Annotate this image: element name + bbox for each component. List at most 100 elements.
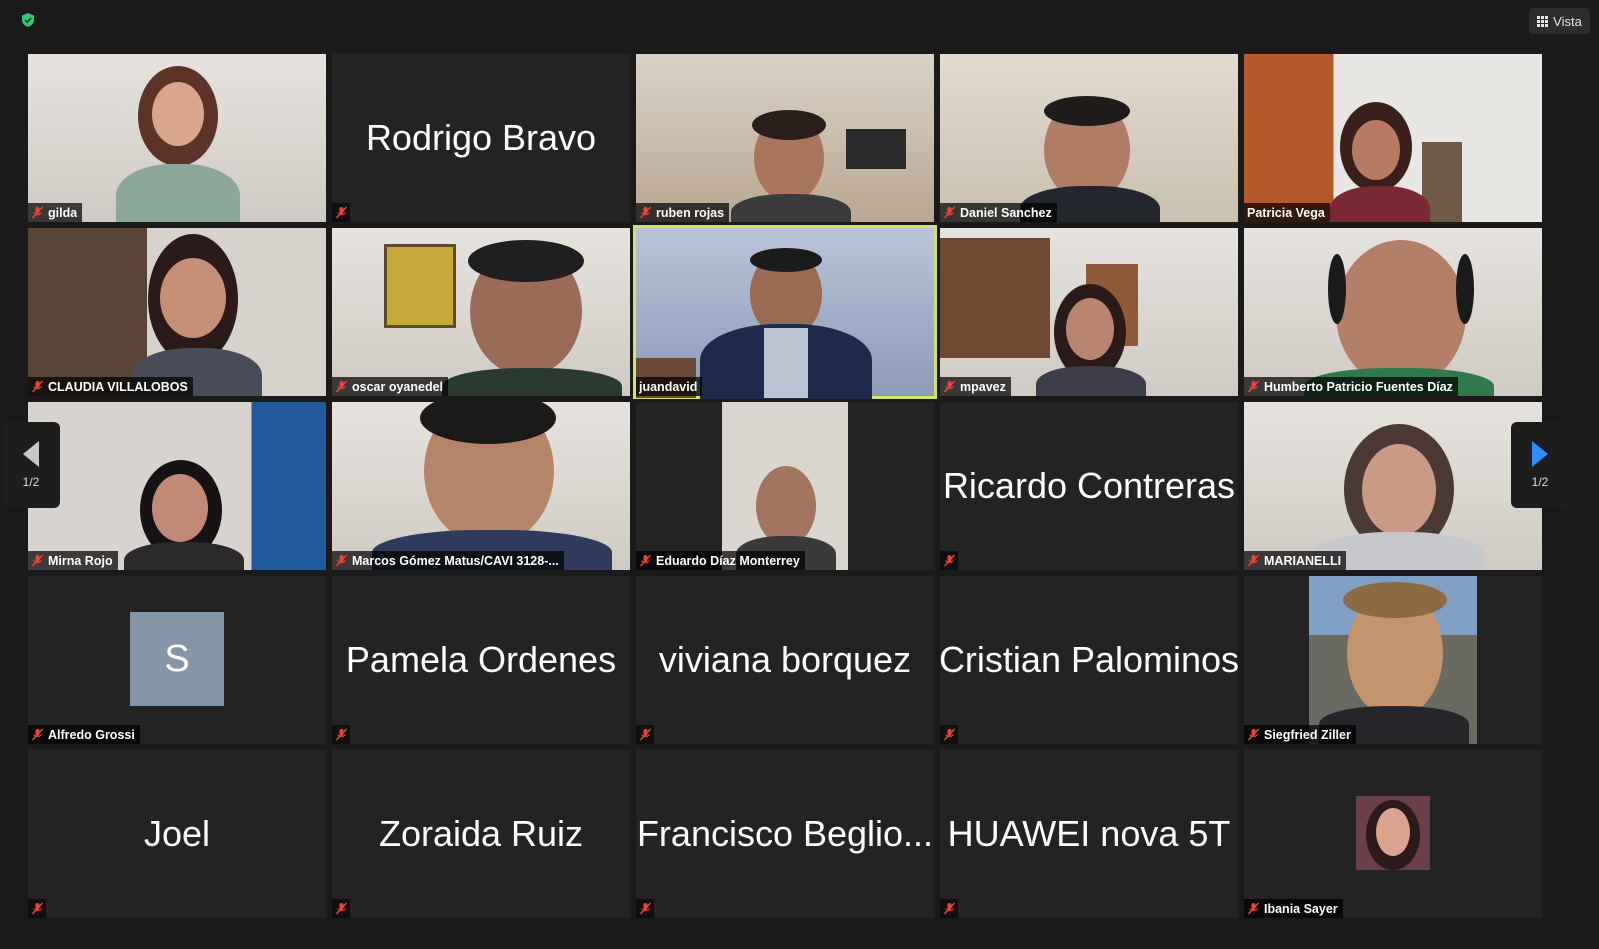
- mic-muted-icon: [943, 728, 956, 741]
- mic-muted-icon: [943, 902, 956, 915]
- participant-label: gilda: [28, 203, 83, 222]
- view-button-label: Vista: [1553, 13, 1582, 29]
- participant-label: Marcos Gómez Matus/CAVI 3128-...: [332, 551, 564, 570]
- participant-label: Siegfried Ziller: [1244, 725, 1356, 744]
- mic-muted-icon: [335, 380, 348, 393]
- mic-muted-icon: [639, 728, 652, 741]
- participant-tile[interactable]: Eduardo Díaz Monterrey: [636, 402, 934, 570]
- video-feed: [940, 54, 1238, 222]
- top-bar: Vista: [0, 0, 1599, 40]
- participant-tile[interactable]: Mirna Rojo: [28, 402, 326, 570]
- video-feed: [636, 54, 934, 222]
- participant-label: ruben rojas: [636, 203, 730, 222]
- mic-muted-icon: [335, 902, 348, 915]
- participant-tile[interactable]: Zoraida Ruiz: [332, 750, 630, 918]
- participant-label: Daniel Sanchez: [940, 203, 1057, 222]
- next-page-button[interactable]: 1/2: [1511, 422, 1569, 508]
- participant-name: Pamela Ordenes: [345, 639, 617, 680]
- participant-tile[interactable]: Ibania Sayer: [1244, 750, 1542, 918]
- view-button[interactable]: Vista: [1529, 8, 1590, 34]
- participant-label: [28, 899, 46, 918]
- active-speaker-tile[interactable]: juandavid: [633, 225, 937, 399]
- mic-muted-icon: [1247, 554, 1260, 567]
- participant-tile[interactable]: S Alfredo Grossi: [28, 576, 326, 744]
- video-feed: [1244, 402, 1542, 570]
- participant-tile[interactable]: Daniel Sanchez: [940, 54, 1238, 222]
- video-feed: [332, 228, 630, 396]
- video-feed: [28, 402, 326, 570]
- participant-name: Francisco Beglio...: [636, 813, 934, 854]
- participant-tile[interactable]: Joel: [28, 750, 326, 918]
- page-indicator: 1/2: [22, 475, 40, 489]
- mic-muted-icon: [1247, 728, 1260, 741]
- mic-muted-icon: [31, 554, 44, 567]
- participant-tile[interactable]: Siegfried Ziller: [1244, 576, 1542, 744]
- video-feed: [636, 228, 934, 399]
- video-feed: [1309, 576, 1477, 744]
- mic-muted-icon: [639, 554, 652, 567]
- participant-label: Patricia Vega: [1244, 203, 1330, 222]
- mic-muted-icon: [31, 728, 44, 741]
- participant-tile[interactable]: viviana borquez: [636, 576, 934, 744]
- mic-muted-icon: [335, 206, 348, 219]
- participant-tile[interactable]: oscar oyanedel: [332, 228, 630, 396]
- video-feed: [722, 402, 848, 570]
- previous-page-button[interactable]: 1/2: [2, 422, 60, 508]
- participant-name: Ricardo Contreras: [942, 465, 1236, 506]
- participant-tile[interactable]: mpavez: [940, 228, 1238, 396]
- mic-muted-icon: [31, 206, 44, 219]
- mic-muted-icon: [943, 554, 956, 567]
- participant-label: [332, 725, 350, 744]
- participant-tile[interactable]: Patricia Vega: [1244, 54, 1542, 222]
- video-feed: [332, 402, 630, 570]
- participant-name: Zoraida Ruiz: [378, 813, 584, 854]
- participant-tile[interactable]: Pamela Ordenes: [332, 576, 630, 744]
- mic-muted-icon: [639, 206, 652, 219]
- participant-tile[interactable]: CLAUDIA VILLALOBOS: [28, 228, 326, 396]
- participant-label: [636, 725, 654, 744]
- participant-name: viviana borquez: [658, 639, 912, 680]
- participant-label: [940, 551, 958, 570]
- participant-tile[interactable]: Ricardo Contreras: [940, 402, 1238, 570]
- video-feed: [28, 54, 326, 222]
- mic-muted-icon: [1247, 902, 1260, 915]
- participant-name: HUAWEI nova 5T: [947, 813, 1231, 854]
- participant-label: [332, 899, 350, 918]
- participant-tile[interactable]: gilda: [28, 54, 326, 222]
- participant-label: Humberto Patricio Fuentes Díaz: [1244, 377, 1458, 396]
- shield-check-icon[interactable]: [20, 12, 36, 28]
- mic-muted-icon: [943, 206, 956, 219]
- participant-label: Eduardo Díaz Monterrey: [636, 551, 805, 570]
- participant-tile[interactable]: MARIANELLI: [1244, 402, 1542, 570]
- video-feed: [940, 228, 1238, 396]
- participant-tile[interactable]: Francisco Beglio...: [636, 750, 934, 918]
- arrow-left-icon: [23, 441, 39, 467]
- participant-label: juandavid: [636, 377, 703, 396]
- participant-label: [940, 725, 958, 744]
- page-indicator: 1/2: [1531, 475, 1549, 489]
- avatar: [1356, 796, 1430, 870]
- mic-muted-icon: [943, 380, 956, 393]
- mic-muted-icon: [335, 728, 348, 741]
- mic-muted-icon: [639, 902, 652, 915]
- participant-tile[interactable]: Humberto Patricio Fuentes Díaz: [1244, 228, 1542, 396]
- avatar: S: [130, 612, 224, 706]
- mic-muted-icon: [31, 902, 44, 915]
- participant-label: MARIANELLI: [1244, 551, 1347, 570]
- participant-label: Ibania Sayer: [1244, 899, 1343, 918]
- participant-tile[interactable]: ruben rojas: [636, 54, 934, 222]
- grid-icon: [1537, 15, 1549, 27]
- participant-name: Rodrigo Bravo: [365, 117, 597, 158]
- arrow-right-icon: [1532, 441, 1548, 467]
- participant-tile[interactable]: HUAWEI nova 5T: [940, 750, 1238, 918]
- participant-tile[interactable]: Rodrigo Bravo: [332, 54, 630, 222]
- participant-name: Joel: [143, 813, 211, 854]
- participant-tile[interactable]: Cristian Palominos: [940, 576, 1238, 744]
- mic-muted-icon: [31, 380, 44, 393]
- participant-label: mpavez: [940, 377, 1011, 396]
- video-feed: [1244, 228, 1542, 396]
- participant-tile[interactable]: Marcos Gómez Matus/CAVI 3128-...: [332, 402, 630, 570]
- mic-muted-icon: [335, 554, 348, 567]
- video-feed: [28, 228, 326, 396]
- participant-label: [332, 203, 350, 222]
